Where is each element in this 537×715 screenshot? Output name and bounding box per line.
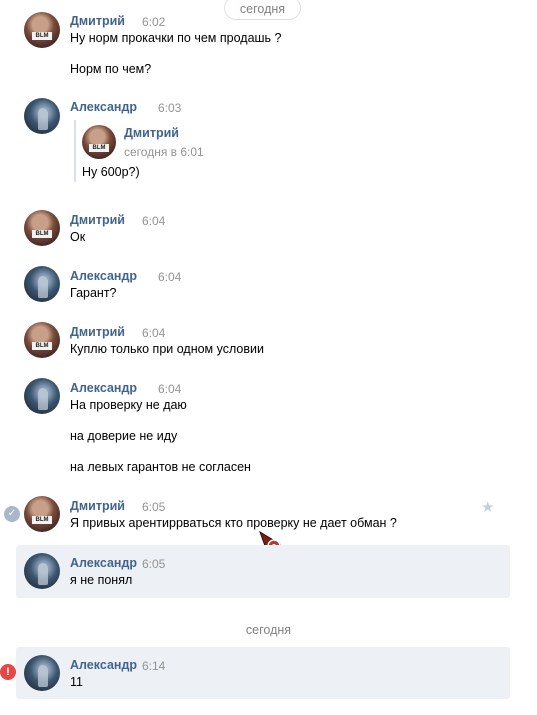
message-time[interactable]: 6:14 [142,659,165,673]
sender-name[interactable]: Александр [70,381,137,395]
check-icon[interactable]: ✓ [4,506,20,522]
message-text: Гарант? [70,286,117,300]
sender-name[interactable]: Дмитрий [70,213,125,227]
message-item-failed[interactable]: ! Александр 6:14 11 [0,647,510,699]
message-time[interactable]: 6:04 [158,382,181,396]
message-time[interactable]: 6:05 [142,500,165,514]
sender-name[interactable]: Дмитрий [70,14,125,28]
message-text: Норм по чем? [70,62,152,76]
message-item-unread[interactable]: Александр 6:05 я не понял [16,545,510,598]
message-text: я не понял [70,573,133,587]
quote-sender-name[interactable]: Дмитрий [124,126,179,140]
message-time[interactable]: 6:04 [142,326,165,340]
avatar[interactable] [24,378,60,414]
date-separator: сегодня [245,623,292,637]
message-text: Ок [70,230,86,244]
avatar[interactable] [24,553,60,589]
error-icon[interactable]: ! [0,664,16,680]
avatar[interactable] [24,98,60,134]
sender-name[interactable]: Александр [70,556,137,570]
quote-text: Ну 600р?) [82,165,140,179]
quote-bar [74,120,76,182]
sender-name[interactable]: Дмитрий [70,325,125,339]
message-time[interactable]: 6:03 [158,101,181,115]
star-icon[interactable]: ★ [481,500,494,515]
message-time[interactable]: 6:05 [142,557,165,571]
message-item[interactable]: BLM Дмитрий 6:04 Ок [16,206,510,256]
sender-name[interactable]: Александр [70,658,137,672]
avatar[interactable] [24,266,60,302]
sender-name[interactable]: Александр [70,269,137,283]
avatar[interactable]: BLM [24,322,60,358]
message-item[interactable]: BLM Дмитрий 6:04 Куплю только при одном … [16,318,510,368]
avatar[interactable]: BLM [24,12,60,48]
message-time[interactable]: 6:02 [142,15,165,29]
quote-avatar[interactable]: BLM [82,125,116,159]
sender-name[interactable]: Александр [70,100,137,114]
sender-name[interactable]: Дмитрий [70,499,125,513]
message-item[interactable]: Александр 6:03 BLM Дмитрий сегодня в 6:0… [16,94,510,194]
avatar[interactable]: BLM [24,496,60,532]
message-time[interactable]: 6:04 [142,214,165,228]
message-time[interactable]: 6:04 [158,270,181,284]
message-item[interactable]: Александр 6:04 На проверку не даю на дов… [16,374,510,484]
message-text: Куплю только при одном условии [70,342,264,356]
message-text: 11 [70,675,83,689]
message-text: На проверку не даю [70,398,187,412]
message-text: на доверие не иду [70,429,178,443]
avatar[interactable] [24,655,60,691]
message-item[interactable]: BLM Дмитрий 6:02 Ну норм прокачки по чем… [16,8,510,90]
message-text: на левых гарантов не согласен [70,460,251,474]
quote-date: сегодня в 6:01 [124,145,204,159]
avatar[interactable]: BLM [24,210,60,246]
message-item[interactable]: Александр 6:04 Гарант? [16,262,510,312]
message-text: Ну норм прокачки по чем продашь ? [70,31,282,45]
message-text: Я привых арентиррваться кто проверку не … [70,516,397,530]
